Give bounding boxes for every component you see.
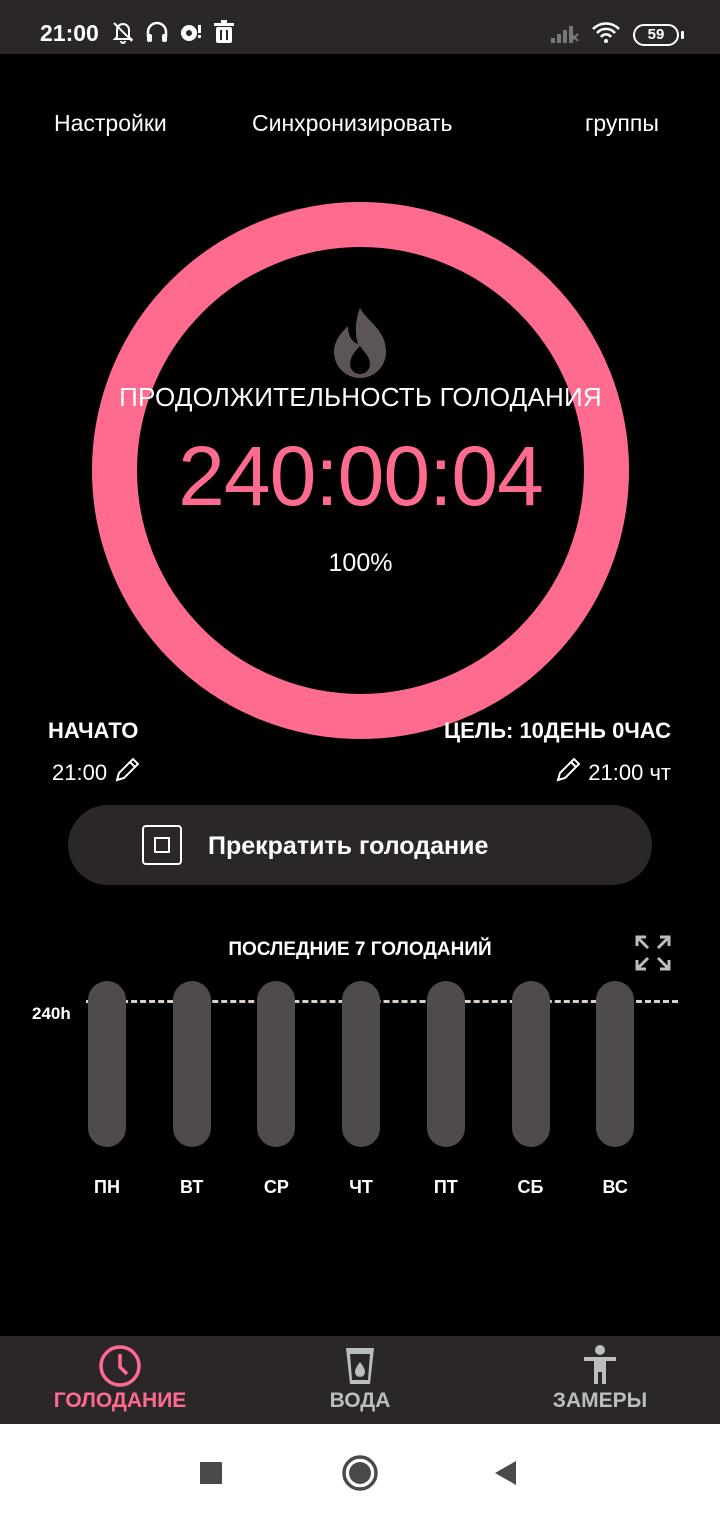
chart-bar-2[interactable]: [257, 981, 296, 1147]
system-nav-bar: [0, 1424, 720, 1520]
stop-fasting-label: Прекратить голодание: [208, 832, 489, 860]
status-icons-right: 59: [549, 20, 684, 49]
chart-day-label: ВТ: [180, 1177, 204, 1197]
chart-bar-4[interactable]: [426, 981, 465, 1147]
edit-goal-pencil-icon[interactable]: [554, 756, 582, 790]
back-icon[interactable]: [494, 1460, 518, 1491]
tab-water-label: ВОДА: [329, 1389, 391, 1412]
chart-bar-3[interactable]: [342, 981, 381, 1147]
chart-bar-0[interactable]: [88, 981, 126, 1147]
goal-line-label: 240h: [32, 1004, 71, 1023]
trash-icon: [212, 19, 236, 50]
chart-day-label: ЧТ: [349, 1177, 373, 1197]
tab-measurements-label: ЗАМЕРЫ: [552, 1389, 648, 1412]
goal-title: ЦЕЛЬ: 10ДЕНЬ 0ЧАС: [444, 718, 671, 743]
start-title: НАЧАТО: [48, 718, 139, 743]
water-glass-icon: [338, 1344, 382, 1388]
chart-day-label: ПН: [94, 1177, 120, 1197]
vpn-icon: [178, 19, 204, 50]
bottom-nav: ГОЛОДАНИЕ ВОДА ЗАМЕРЫ: [0, 1336, 720, 1424]
recents-icon[interactable]: [199, 1461, 223, 1490]
chart-day-label: ВС: [602, 1177, 628, 1197]
goal-time-row[interactable]: 21:00 чт: [444, 756, 671, 790]
fasting-progress-ring[interactable]: ПРОДОЛЖИТЕЛЬНОСТЬ ГОЛОДАНИЯ 240:00:04 10…: [92, 202, 629, 739]
chart-day-label: СР: [263, 1177, 289, 1197]
start-time: 21:00: [52, 760, 108, 785]
expand-icon[interactable]: [634, 934, 672, 972]
chart-day-label: ПТ: [433, 1177, 458, 1197]
chart-day-label: СБ: [517, 1177, 544, 1197]
goal-time: 21:00 чт: [588, 760, 671, 785]
stop-fasting-button[interactable]: Прекратить голодание: [68, 805, 652, 885]
start-block: НАЧАТО 21:00: [48, 718, 141, 790]
tab-fasting-label: ГОЛОДАНИЕ: [53, 1389, 187, 1412]
status-time: 21:00: [40, 20, 99, 46]
chart-title: ПОСЛЕДНИЕ 7 ГОЛОДАНИЙ: [228, 939, 492, 960]
chart-bar-6[interactable]: [596, 981, 635, 1147]
top-nav: Настройки Синхронизировать группы: [0, 110, 720, 146]
goal-block: ЦЕЛЬ: 10ДЕНЬ 0ЧАС 21:00 чт: [444, 718, 671, 790]
stop-icon: [142, 825, 182, 865]
headphones-icon: [144, 19, 170, 50]
edit-start-pencil-icon[interactable]: [113, 756, 141, 790]
battery-icon: 59: [633, 23, 684, 46]
sync-link[interactable]: Синхронизировать: [252, 110, 453, 137]
chart-bar-5[interactable]: [511, 981, 550, 1147]
clock-icon: [98, 1344, 142, 1388]
signal-icon: [549, 20, 579, 49]
fasting-percent: 100%: [328, 549, 393, 577]
body-icon: [578, 1344, 622, 1388]
tab-fasting[interactable]: ГОЛОДАНИЕ: [0, 1336, 240, 1424]
status-icons-left: [110, 19, 236, 50]
home-icon[interactable]: [341, 1454, 379, 1497]
fasting-timer: 240:00:04: [178, 429, 544, 523]
status-bar: 21:00 59: [0, 0, 720, 54]
start-time-row[interactable]: 21:00: [52, 756, 141, 790]
chart-bar-1[interactable]: [172, 981, 211, 1147]
bell-off-icon: [110, 19, 136, 50]
settings-link[interactable]: Настройки: [54, 110, 167, 137]
tab-water[interactable]: ВОДА: [240, 1336, 480, 1424]
last-7-fasts-chart: 240h ПН ВТ СР ЧТ ПТ СБ ВС: [0, 975, 720, 1215]
groups-link[interactable]: группы: [585, 110, 659, 137]
tab-measurements[interactable]: ЗАМЕРЫ: [480, 1336, 720, 1424]
wifi-icon: [591, 20, 621, 49]
battery-level: 59: [633, 23, 679, 46]
fasting-duration-label: ПРОДОЛЖИТЕЛЬНОСТЬ ГОЛОДАНИЯ: [119, 382, 602, 412]
